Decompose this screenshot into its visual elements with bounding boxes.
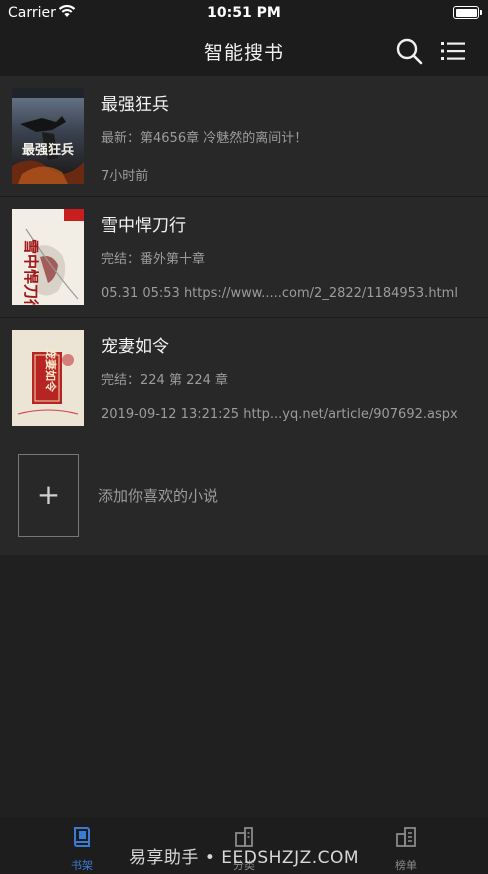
tab-bookshelf[interactable]: 书架 [52, 817, 112, 874]
cover-title: 雪中悍刀行 [22, 239, 40, 305]
tab-ranking[interactable]: 榜单 [376, 817, 436, 874]
cover-title: 宠妻如令 [44, 348, 58, 393]
tab-category[interactable]: 分类 [214, 817, 274, 874]
book-cover: 最强狂兵 [12, 88, 84, 184]
battery-icon [453, 6, 482, 19]
add-book-button[interactable]: + [18, 454, 79, 537]
book-update-time: 7小时前 [101, 169, 149, 184]
search-icon[interactable] [394, 36, 424, 66]
book-cover: 雪中悍刀行 [12, 209, 84, 305]
bookshelf-icon [74, 827, 90, 847]
list-menu-icon[interactable] [438, 36, 468, 66]
book-latest-chapter: 完结：番外第十章 [101, 252, 206, 267]
ranking-icon [396, 827, 416, 847]
book-update-time: 2019-09-12 13:21:25 http...yq.net/articl… [101, 407, 458, 422]
book-latest-chapter: 最新：第4656章 冷魅然的离间计！ [101, 131, 308, 146]
book-row[interactable]: 宠妻如令 宠妻如令 完结：224 第 224 章 2019-09-12 13:2… [0, 318, 488, 439]
tab-label: 书架 [71, 859, 93, 872]
plus-icon: + [36, 478, 61, 511]
book-latest-chapter: 完结：224 第 224 章 [101, 373, 229, 388]
book-row[interactable]: 最强狂兵 最强狂兵 最新：第4656章 冷魅然的离间计！ 7小时前 [0, 76, 488, 197]
category-icon [235, 827, 253, 847]
tab-label: 榜单 [395, 859, 417, 872]
book-title: 宠妻如令 [101, 337, 169, 357]
tab-label: 分类 [233, 859, 255, 872]
cover-title: 最强狂兵 [22, 142, 74, 158]
tab-bar: 书架 分类 榜单 [0, 817, 488, 874]
book-row[interactable]: 雪中悍刀行 雪中悍刀行 完结：番外第十章 05.31 05:53 https:/… [0, 197, 488, 318]
book-title: 雪中悍刀行 [101, 216, 186, 236]
add-book-row[interactable]: + 添加你喜欢的小说 [0, 437, 488, 555]
book-cover: 宠妻如令 [12, 330, 84, 426]
bookshelf-list: 最强狂兵 最强狂兵 最新：第4656章 冷魅然的离间计！ 7小时前 雪中悍刀行 … [0, 76, 488, 439]
status-time: 10:51 PM [207, 5, 281, 21]
book-update-time: 05.31 05:53 https://www.....com/2_2822/1… [101, 286, 458, 301]
add-book-label: 添加你喜欢的小说 [98, 487, 219, 505]
book-title: 最强狂兵 [101, 95, 169, 115]
status-bar: Carrier 10:51 PM [0, 0, 488, 26]
nav-bar: 智能搜书 [0, 26, 488, 76]
